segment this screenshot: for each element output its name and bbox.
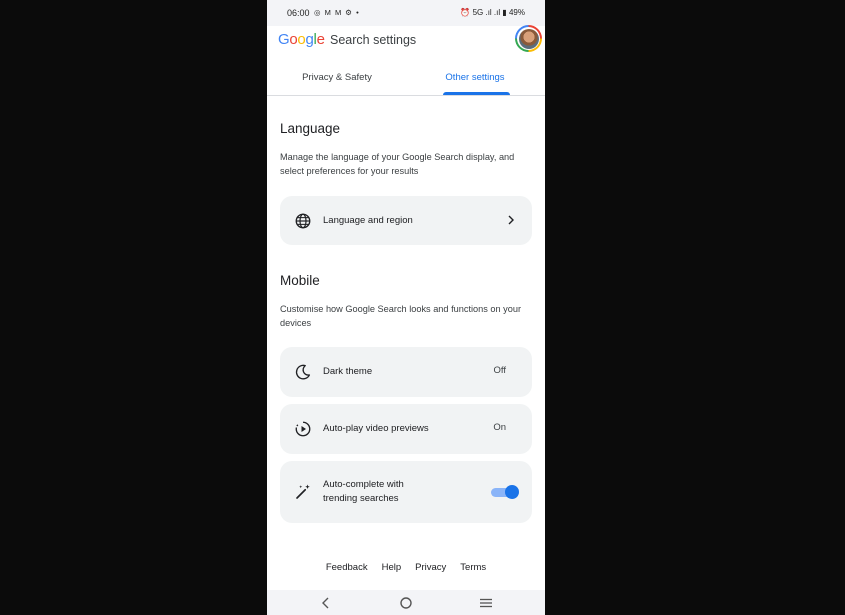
- status-right-icons: ⏰ 5G .ıl .ıl ▮ 49%: [460, 8, 525, 17]
- autocomplete-toggle[interactable]: [491, 485, 519, 499]
- footer: Feedback Help Privacy Terms: [267, 562, 545, 573]
- navigation-bar: [267, 590, 545, 615]
- privacy-link[interactable]: Privacy: [415, 562, 446, 573]
- tab-privacy-safety[interactable]: Privacy & Safety: [289, 72, 385, 83]
- moon-icon: [295, 364, 311, 380]
- language-and-region-label: Language and region: [323, 215, 413, 226]
- language-section-title: Language: [280, 121, 341, 136]
- autoplay-video-previews-item[interactable]: Auto-play video previews On: [280, 404, 532, 454]
- google-logo[interactable]: Google: [278, 31, 325, 48]
- avatar[interactable]: [515, 25, 542, 52]
- mobile-section-title: Mobile: [280, 273, 320, 288]
- home-icon[interactable]: [399, 596, 413, 610]
- dark-theme-item[interactable]: Dark theme Off: [280, 347, 532, 397]
- terms-link[interactable]: Terms: [460, 562, 486, 573]
- help-link[interactable]: Help: [382, 562, 402, 573]
- recent-apps-icon[interactable]: [479, 596, 493, 610]
- dark-theme-value: Off: [493, 365, 507, 376]
- page-title: Search settings: [330, 33, 417, 47]
- tab-other-settings[interactable]: Other settings: [435, 72, 515, 83]
- dark-theme-label: Dark theme: [323, 366, 373, 377]
- autoplay-video-previews-value: On: [493, 422, 506, 433]
- chevron-right-icon: [508, 215, 514, 225]
- back-icon[interactable]: [319, 596, 333, 610]
- feedback-link[interactable]: Feedback: [326, 562, 368, 573]
- language-section-description: Manage the language of your Google Searc…: [280, 152, 515, 176]
- autocomplete-trending-item[interactable]: Auto-complete with trending searches: [280, 461, 532, 523]
- mobile-section-description: Customise how Google Search looks and fu…: [280, 304, 522, 328]
- autoplay-icon: [295, 421, 311, 437]
- phone-screen: 06:00 ◎ M M ⚙ • ⏰ 5G .ıl .ıl ▮ 49% Googl…: [267, 0, 545, 615]
- language-and-region-item[interactable]: Language and region: [280, 196, 532, 245]
- header: Google Search settings Privacy & Safety …: [267, 25, 545, 96]
- status-bar: 06:00 ◎ M M ⚙ • ⏰ 5G .ıl .ıl ▮ 49%: [267, 0, 545, 26]
- globe-icon: [295, 213, 311, 229]
- autocomplete-trending-label: Auto-complete with trending searches: [323, 479, 404, 504]
- active-tab-indicator: [443, 92, 510, 95]
- status-time: 06:00: [287, 8, 310, 18]
- magic-wand-icon: [296, 484, 310, 499]
- notification-icons: ◎ M M ⚙ •: [314, 8, 360, 17]
- autoplay-video-previews-label: Auto-play video previews: [323, 423, 429, 434]
